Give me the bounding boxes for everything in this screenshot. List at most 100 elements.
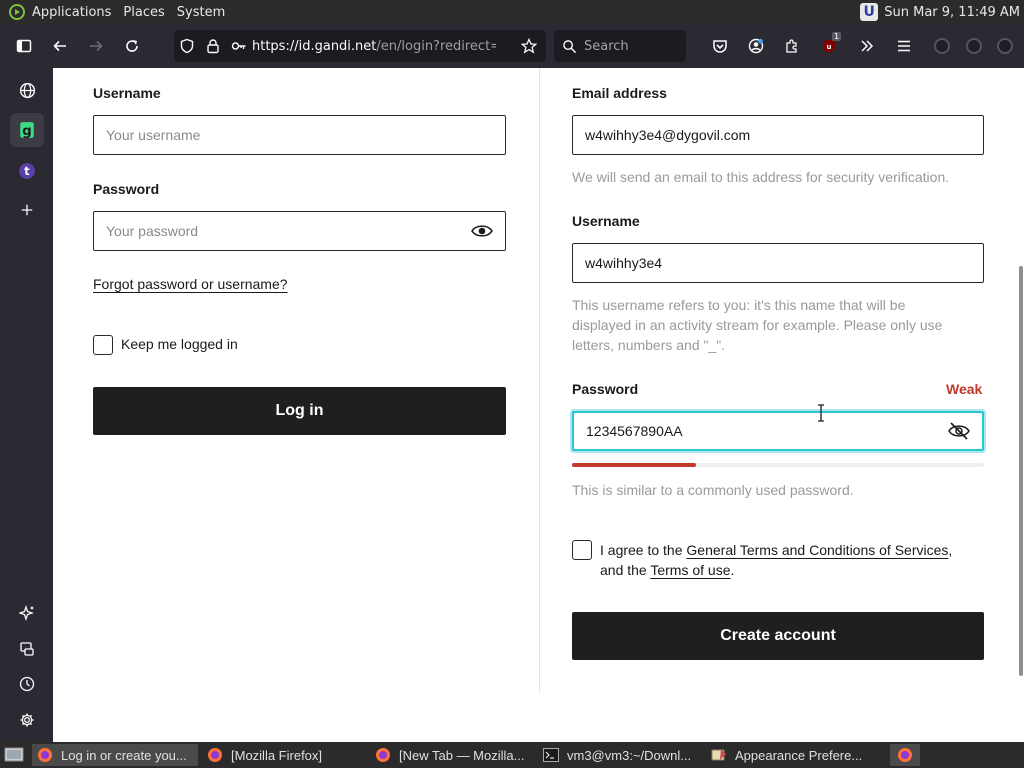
taskbar-item-label: [New Tab — Mozilla... [399, 747, 525, 763]
extensions-icon[interactable] [778, 32, 806, 60]
taskbar-item-appearance[interactable]: Appearance Prefere... [706, 744, 878, 766]
email-hint: We will send an email to this address fo… [572, 169, 950, 185]
appearance-prefs-icon [710, 746, 728, 764]
forward-icon[interactable] [82, 32, 110, 60]
password-strength-fill [572, 463, 696, 467]
browser-sidebar: g t [0, 68, 53, 742]
signup-username-label: Username [572, 213, 640, 229]
taskbar-item-login[interactable]: Log in or create you... [32, 744, 198, 766]
signup-username-input[interactable]: w4wihhy3e4 [572, 243, 984, 283]
username-hint-line1: This username refers to you: it's this n… [572, 297, 906, 313]
username-hint-line3: letters, numbers and "_". [572, 337, 726, 353]
agree-middle: and the [600, 562, 651, 578]
pocket-icon[interactable] [706, 32, 734, 60]
taskbar-item-firefox[interactable]: [Mozilla Firefox] [202, 744, 366, 766]
page-content: Username Your username Password Your pas… [53, 68, 1024, 742]
general-terms-link[interactable]: General Terms and Conditions of Services [686, 542, 948, 558]
window-close-icon[interactable] [997, 38, 1013, 54]
add-panel-icon[interactable] [10, 193, 44, 227]
bookmark-star-icon[interactable] [516, 30, 542, 62]
page-scrollbar[interactable] [1019, 266, 1023, 676]
password-strength-label: Weak [946, 381, 983, 397]
create-account-button[interactable]: Create account [572, 612, 984, 660]
show-password-eye-icon[interactable] [471, 224, 493, 238]
gandi-g-icon[interactable]: g [10, 113, 44, 147]
overflow-chevron-icon[interactable] [853, 32, 881, 60]
url-text[interactable]: https://id.gandi.net/en/login?redirect= [252, 39, 496, 54]
forgot-password-link[interactable]: Forgot password or username? [93, 276, 288, 292]
distro-logo-icon[interactable] [8, 3, 26, 21]
terms-of-use-link[interactable]: Terms of use [650, 562, 730, 578]
settings-gear-icon[interactable] [10, 703, 44, 737]
account-icon[interactable] [742, 32, 770, 60]
text-cursor-ibeam-icon [817, 404, 825, 426]
ublock-badge: 1 [832, 32, 842, 41]
top-panel: Applications Places System U Sun Mar 9, … [0, 0, 1024, 24]
svg-text:g: g [22, 123, 32, 139]
agree-prefix: I agree to the [600, 542, 687, 558]
taskbar-item-new-tab[interactable]: [New Tab — Mozilla... [370, 744, 534, 766]
back-icon[interactable] [46, 32, 74, 60]
keep-logged-in-checkbox[interactable] [93, 335, 113, 355]
email-input[interactable]: w4wihhy3e4@dygovil.com [572, 115, 984, 155]
globe-icon[interactable] [10, 73, 44, 107]
history-clock-icon[interactable] [10, 667, 44, 701]
taskbar-item-terminal[interactable]: vm3@vm3:~/Downl... [538, 744, 702, 766]
synced-tabs-icon[interactable] [10, 632, 44, 666]
search-icon [554, 39, 584, 54]
login-password-label: Password [93, 181, 160, 197]
taskbar-firefox-launcher-icon[interactable] [890, 744, 920, 766]
login-password-placeholder: Your password [106, 223, 199, 239]
signup-password-value: 1234567890AA [586, 423, 683, 439]
column-divider [539, 68, 540, 692]
login-password-input[interactable]: Your password [93, 211, 506, 251]
hamburger-menu-icon[interactable] [890, 32, 918, 60]
taskbar-item-label: Log in or create you... [61, 747, 187, 763]
panel-clock[interactable]: Sun Mar 9, 11:49 AM [884, 5, 1020, 20]
signup-username-value: w4wihhy3e4 [585, 255, 663, 271]
menu-applications[interactable]: Applications [32, 5, 119, 20]
svg-text:t: t [24, 165, 30, 178]
email-value: w4wihhy3e4@dygovil.com [585, 127, 751, 143]
login-username-input[interactable]: Your username [93, 115, 506, 155]
terminal-icon [542, 746, 560, 764]
show-desktop-icon[interactable] [0, 744, 28, 766]
browser-toolbar: https://id.gandi.net/en/login?redirect= … [0, 24, 1024, 68]
window-minimize-icon[interactable] [934, 38, 950, 54]
key-icon[interactable] [226, 30, 252, 62]
tumblr-t-icon[interactable]: t [10, 154, 44, 188]
password-strength-meter [572, 463, 984, 467]
url-bar[interactable]: https://id.gandi.net/en/login?redirect= [174, 30, 546, 62]
reload-icon[interactable] [118, 32, 146, 60]
search-placeholder: Search [584, 38, 629, 54]
search-bar[interactable]: Search [554, 30, 686, 62]
lock-icon[interactable] [200, 30, 226, 62]
panel-menu-bar: Applications Places System [0, 0, 237, 24]
password-hint: This is similar to a commonly used passw… [572, 482, 854, 498]
tracking-shield-icon[interactable] [174, 30, 200, 62]
username-hint-line2: displayed in an activity stream for exam… [572, 317, 943, 333]
window-maximize-icon[interactable] [966, 38, 982, 54]
login-button[interactable]: Log in [93, 387, 506, 435]
taskbar-item-label: [Mozilla Firefox] [231, 747, 323, 763]
menu-places[interactable]: Places [123, 5, 172, 20]
keep-logged-in-label[interactable]: Keep me logged in [121, 336, 238, 352]
ublock-icon[interactable]: u 1 [815, 32, 843, 60]
menu-system[interactable]: System [177, 5, 233, 20]
taskbar-item-label: Appearance Prefere... [735, 747, 863, 763]
firefox-icon [206, 746, 224, 764]
firefox-icon [374, 746, 392, 764]
taskbar-item-label: vm3@vm3:~/Downl... [567, 747, 692, 763]
sidebar-toggle-icon[interactable] [10, 32, 38, 60]
login-username-placeholder: Your username [106, 127, 201, 143]
hide-password-eye-slash-icon[interactable] [948, 422, 970, 440]
taskbar: Log in or create you... [Mozilla Firefox… [0, 742, 1024, 768]
tray-u-icon[interactable]: U [860, 3, 879, 21]
url-path: /en/login?redirect= [376, 38, 496, 54]
email-label: Email address [572, 85, 667, 101]
terms-checkbox[interactable] [572, 540, 592, 560]
sparkle-ai-icon[interactable] [10, 596, 44, 630]
terms-agreement-text: I agree to the General Terms and Conditi… [600, 542, 953, 578]
svg-text:u: u [827, 43, 832, 51]
signup-password-input[interactable]: 1234567890AA [572, 411, 984, 451]
